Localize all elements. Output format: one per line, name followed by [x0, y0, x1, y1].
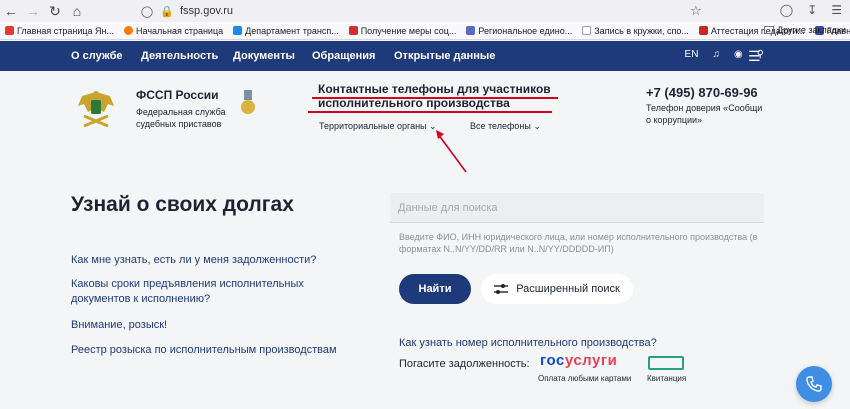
call-button[interactable]	[796, 366, 832, 402]
bookmark-item[interactable]: Получение меры соц...	[344, 26, 462, 36]
medal-icon	[241, 90, 255, 114]
org-title[interactable]: ФССП России	[136, 88, 219, 102]
favicon-icon	[698, 26, 708, 35]
menu-icon[interactable]: ☰	[831, 3, 842, 17]
pay-label: Погасите задолженность:	[399, 358, 530, 370]
nav-item-documents[interactable]: Документы	[233, 50, 295, 62]
hotline-subtitle: Телефон доверия «Сообщи о коррупции»	[646, 103, 763, 125]
page-title: Узнай о своих долгах	[71, 193, 294, 216]
faq-link[interactable]: Реестр розыска по исполнительным произво…	[71, 343, 351, 358]
forward-icon[interactable]: →	[22, 0, 44, 22]
nav-item-activity[interactable]: Деятельность	[141, 50, 218, 62]
reload-icon[interactable]: ↻	[44, 0, 66, 22]
downloads-icon[interactable]: ↧	[807, 3, 817, 17]
org-subtitle: Федеральная служба судебных приставов	[136, 107, 226, 129]
find-button[interactable]: Найти	[399, 274, 471, 304]
bookmark-item[interactable]: Запись в кружки, спо...	[577, 26, 694, 36]
favicon-icon	[233, 26, 243, 35]
faq-link[interactable]: Каковы сроки предъявления исполнительных…	[71, 277, 321, 307]
bookmark-item[interactable]: Региональное едино...	[461, 26, 577, 36]
folder-icon	[764, 26, 775, 34]
red-underline	[312, 97, 558, 99]
hamburger-menu-icon[interactable]: ☰	[748, 48, 761, 65]
search-hint: Введите ФИО, ИНН юридического лица, или …	[399, 232, 758, 254]
contacts-title[interactable]: Контактные телефоны для участников испол…	[318, 82, 568, 110]
gosuslugi-caption: Оплата любыми картами	[538, 374, 632, 383]
shield-icon: ◯	[140, 5, 154, 18]
bell-icon[interactable]: ♫	[712, 49, 720, 60]
all-phones-dropdown[interactable]: Все телефоны ⌄	[470, 121, 541, 132]
site-navbar: О службе Деятельность Документы Обращени…	[0, 41, 850, 71]
address-bar[interactable]: ◯ 🔒 fssp.gov.ru	[140, 2, 710, 20]
favicon-icon	[582, 26, 592, 35]
red-arrow-annotation	[436, 130, 467, 173]
search-field[interactable]	[390, 193, 764, 223]
other-bookmarks[interactable]: Другие закладки	[764, 25, 846, 35]
hotline-phone[interactable]: +7 (495) 870-69-96	[646, 85, 758, 100]
eye-icon[interactable]: ◉	[734, 49, 743, 60]
home-icon[interactable]: ⌂	[66, 0, 88, 22]
nav-item-open-data[interactable]: Открытые данные	[394, 50, 495, 62]
phone-icon	[806, 376, 822, 392]
favicon-icon	[5, 26, 14, 35]
advanced-search-button[interactable]: Расширенный поиск	[481, 274, 633, 304]
bookmarks-bar: Главная страница Ян... Начальная страниц…	[0, 22, 850, 40]
receipt-caption[interactable]: Квитанция	[647, 374, 686, 383]
nav-item-appeals[interactable]: Обращения	[312, 50, 375, 62]
back-icon[interactable]: ←	[0, 0, 22, 22]
faq-link[interactable]: Как мне узнать, есть ли у меня задолженн…	[71, 253, 351, 268]
lock-icon: 🔒	[160, 5, 174, 18]
bookmark-star-icon[interactable]: ☆	[690, 3, 702, 19]
gosuslugi-logo[interactable]: госуслуги	[540, 352, 617, 369]
language-switch[interactable]: EN	[685, 49, 699, 60]
chevron-down-icon: ⌄	[533, 121, 541, 131]
receipt-icon[interactable]	[648, 356, 684, 370]
how-to-know-link[interactable]: Как узнать номер исполнительного произво…	[399, 337, 657, 349]
favicon-icon	[348, 26, 358, 35]
red-underline	[308, 111, 552, 113]
pocket-icon[interactable]: ◯	[780, 3, 793, 17]
bookmark-item[interactable]: Департамент трансп...	[228, 26, 344, 36]
favicon-icon	[124, 26, 134, 35]
search-input[interactable]	[390, 193, 764, 222]
browser-toolbar: ← → ↻ ⌂ ◯ 🔒 fssp.gov.ru ☆ ◯ ↧ ☰	[0, 0, 850, 22]
bookmark-item[interactable]: Начальная страница	[119, 26, 228, 36]
faq-link[interactable]: Внимание, розыск!	[71, 318, 351, 333]
favicon-icon	[466, 26, 476, 35]
nav-item-about[interactable]: О службе	[71, 50, 123, 62]
bookmark-item[interactable]: Главная страница Ян...	[0, 26, 119, 36]
url-text: fssp.gov.ru	[180, 5, 233, 17]
fssp-emblem-icon[interactable]	[74, 86, 118, 132]
territorial-dropdown[interactable]: Территориальные органы ⌄	[319, 121, 437, 132]
filter-sliders-icon	[494, 284, 509, 294]
